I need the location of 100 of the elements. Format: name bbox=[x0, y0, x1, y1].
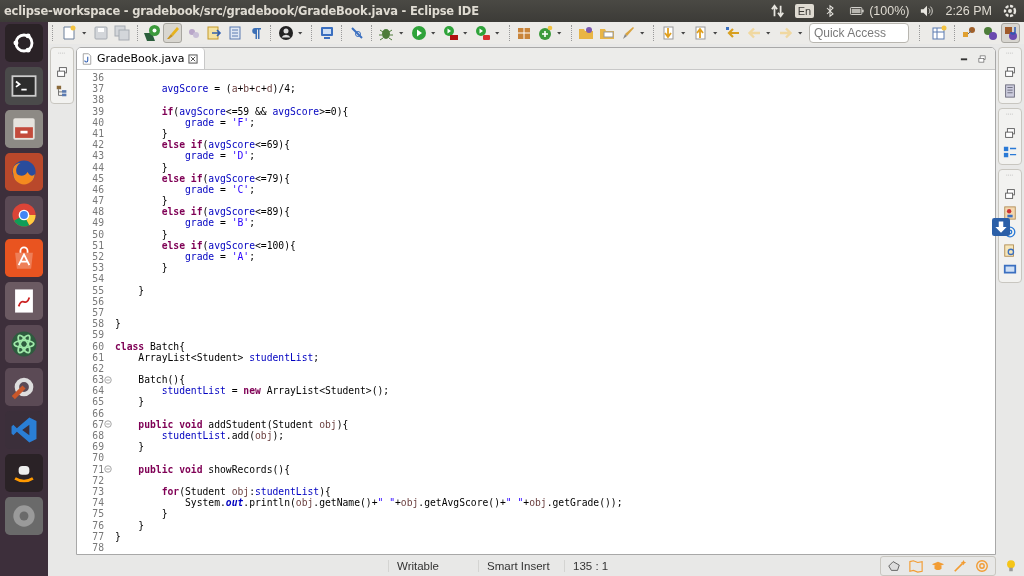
code-line: grade = 'A'; bbox=[184, 251, 255, 263]
code-line: } bbox=[160, 195, 168, 207]
play-case-button[interactable] bbox=[473, 23, 493, 43]
line-number: 48 bbox=[91, 206, 104, 218]
network-arrows-icon[interactable] bbox=[770, 4, 785, 18]
line-number: 44 bbox=[91, 161, 104, 173]
restore-icon[interactable] bbox=[1003, 65, 1017, 79]
play-bar-button[interactable] bbox=[441, 23, 461, 43]
code-line: } bbox=[160, 228, 168, 240]
brush-icon bbox=[164, 25, 181, 41]
person-icon bbox=[277, 25, 294, 41]
open-perspective-icon bbox=[931, 25, 948, 41]
document-icon[interactable] bbox=[5, 282, 43, 320]
status-text: Smart Insert bbox=[478, 559, 564, 572]
tool-button[interactable] bbox=[142, 23, 162, 43]
code-line: } bbox=[115, 318, 121, 330]
pen-icon bbox=[348, 25, 365, 41]
console-icon[interactable] bbox=[1003, 263, 1017, 277]
speaker-icon[interactable] bbox=[919, 4, 936, 18]
tool-icon bbox=[144, 25, 160, 41]
monitor-icon bbox=[318, 25, 335, 41]
restore-icon[interactable] bbox=[1003, 126, 1017, 140]
code-line: } bbox=[115, 530, 121, 542]
line-number: 70 bbox=[91, 452, 104, 464]
wrench-icon[interactable] bbox=[5, 368, 43, 406]
code-line: public void showRecords(){ bbox=[137, 463, 290, 475]
perspective-button[interactable] bbox=[1001, 23, 1020, 43]
save-icon bbox=[93, 25, 110, 41]
status-text: Writable bbox=[388, 559, 478, 572]
document-arrow-button[interactable] bbox=[204, 23, 224, 43]
line-number: 41 bbox=[91, 127, 104, 140]
drawer-icon[interactable] bbox=[5, 110, 43, 148]
line-number: 71 bbox=[91, 463, 104, 475]
code-line: Batch(){ bbox=[137, 374, 185, 386]
line-number: 58 bbox=[91, 318, 104, 330]
code-line: } bbox=[160, 127, 168, 140]
atom-icon[interactable] bbox=[5, 325, 43, 363]
download-icon[interactable] bbox=[992, 218, 1010, 236]
search-icon[interactable] bbox=[1003, 244, 1017, 258]
code-line: class Batch{ bbox=[115, 340, 185, 352]
line-number: 75 bbox=[91, 508, 104, 520]
close-icon[interactable] bbox=[188, 53, 199, 64]
play-button[interactable] bbox=[409, 23, 428, 43]
tree-icon[interactable] bbox=[55, 84, 69, 98]
folder-icon bbox=[578, 25, 595, 41]
code-line: } bbox=[137, 396, 145, 408]
list-icon bbox=[227, 25, 244, 41]
play-case-icon bbox=[474, 25, 491, 41]
code-line: else if(avgScore<=89){ bbox=[160, 206, 290, 218]
window-title: eclipse-workspace - gradebook/src/gradebook/GradeBook.java - Eclipse IDE bbox=[4, 4, 479, 18]
play-bar-icon bbox=[442, 25, 459, 41]
line-number: 42 bbox=[91, 139, 104, 151]
line-number: 78 bbox=[91, 541, 104, 554]
line-number: 39 bbox=[91, 105, 104, 117]
clock[interactable]: 2:26 PM bbox=[945, 4, 992, 18]
maximize-icon[interactable] bbox=[977, 53, 987, 64]
line-number: 73 bbox=[91, 485, 104, 498]
code-line: System.out.println(obj.getName()+" "+obj.getAvgScore()+" "+obj.getGrade()); bbox=[184, 497, 623, 509]
line-number: 67 bbox=[91, 418, 104, 430]
grid-box-icon bbox=[516, 25, 533, 41]
line-number: 50 bbox=[91, 228, 104, 240]
restore-icon[interactable] bbox=[1003, 187, 1017, 201]
fox-icon[interactable] bbox=[5, 153, 43, 191]
line-number: 68 bbox=[91, 430, 104, 442]
perspective-button[interactable] bbox=[929, 23, 949, 43]
dash-icon[interactable] bbox=[5, 24, 43, 62]
restore-icon[interactable] bbox=[55, 65, 69, 79]
line-number: 49 bbox=[91, 217, 104, 229]
quick-access-field[interactable]: Quick Access bbox=[808, 23, 909, 43]
line-number: 57 bbox=[91, 306, 104, 319]
status-text: 135 : 1 bbox=[564, 559, 643, 572]
document-icon[interactable] bbox=[1003, 84, 1017, 98]
forward-icon bbox=[778, 25, 795, 41]
hierarchy-icon[interactable] bbox=[1003, 145, 1017, 159]
java-file-icon bbox=[81, 52, 93, 65]
line-number: 36 bbox=[91, 72, 104, 84]
code-line: } bbox=[137, 284, 145, 296]
line-number: 54 bbox=[91, 273, 104, 285]
line-number: 40 bbox=[91, 116, 104, 128]
terminal-icon[interactable] bbox=[5, 67, 43, 105]
document-arrow-icon bbox=[206, 25, 223, 41]
person-card-icon[interactable] bbox=[1003, 206, 1017, 220]
code-line: else if(avgScore<=100){ bbox=[160, 239, 296, 251]
code-line: studentList = new ArrayList<Student>(); bbox=[160, 385, 390, 397]
wheel-icon[interactable] bbox=[5, 196, 43, 234]
code-line: grade = 'D'; bbox=[184, 150, 255, 162]
line-number: 45 bbox=[91, 172, 104, 184]
line-number: 59 bbox=[91, 329, 104, 341]
code-line: if(avgScore<=59 && avgScore>=0){ bbox=[160, 105, 349, 117]
power-icon[interactable] bbox=[1002, 3, 1018, 19]
code-line: avgScore = (a+b+c+d)/4; bbox=[160, 83, 296, 95]
line-number: 76 bbox=[91, 519, 104, 531]
lightbulb-icon[interactable] bbox=[1004, 557, 1018, 574]
line-number: 63 bbox=[91, 374, 104, 386]
code-line: } bbox=[160, 508, 168, 520]
shopping-bag-icon[interactable] bbox=[5, 239, 43, 277]
editor-tab[interactable]: GradeBook.java bbox=[77, 48, 206, 69]
person-button[interactable] bbox=[276, 23, 296, 43]
line-number: 69 bbox=[91, 441, 104, 453]
keyboard-indicator[interactable]: En bbox=[794, 4, 815, 18]
